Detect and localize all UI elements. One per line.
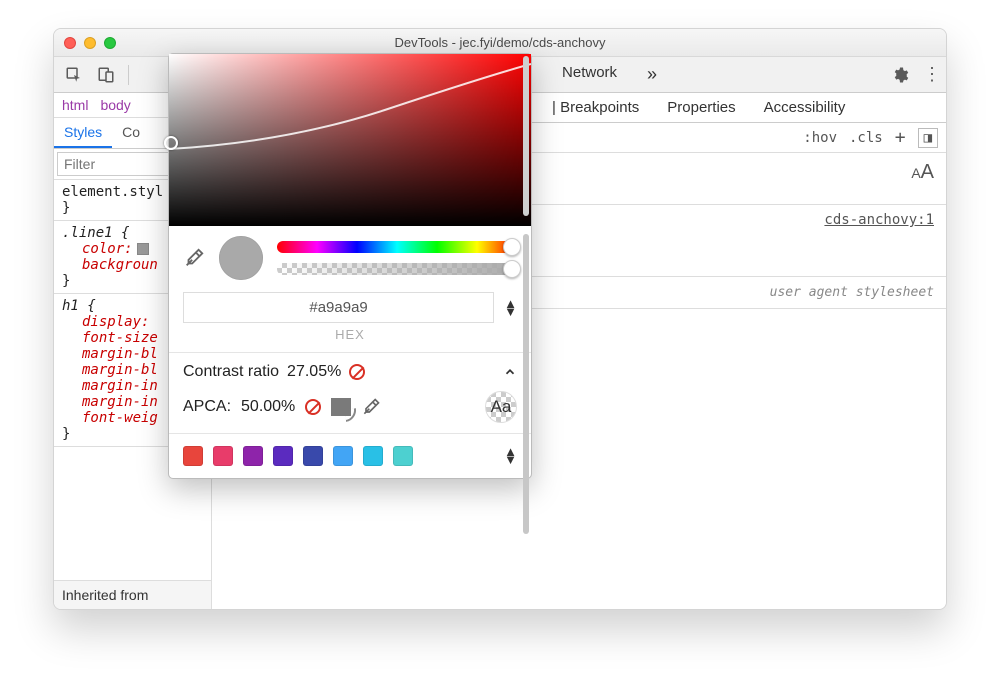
palette-swatch[interactable] — [333, 446, 353, 466]
color-palette-row: ▲▼ — [169, 433, 531, 478]
apca-eyedropper-icon[interactable] — [361, 397, 381, 417]
hov-toggle[interactable]: :hov — [803, 130, 837, 146]
saturation-value-field[interactable] — [169, 54, 531, 226]
font-sample-small: A — [911, 165, 920, 181]
separator — [128, 65, 129, 85]
apca-value: 50.00% — [241, 398, 295, 416]
font-sample-large: A — [921, 161, 934, 183]
color-format-label: HEX — [183, 327, 517, 342]
palette-swatch[interactable] — [273, 446, 293, 466]
palette-swatch[interactable] — [363, 446, 383, 466]
aa-preview-badge[interactable]: Aa — [485, 391, 517, 423]
tab-breakpoints[interactable]: | Breakpoints — [552, 99, 639, 116]
kebab-menu-icon[interactable]: ⋮ — [923, 64, 940, 85]
eyedropper-icon[interactable] — [183, 247, 205, 269]
cls-toggle[interactable]: .cls — [849, 130, 883, 146]
tab-properties[interactable]: Properties — [667, 99, 735, 116]
crumb-body[interactable]: body — [100, 97, 130, 113]
apca-row: APCA: 50.00% Aa — [183, 391, 517, 423]
hue-thumb[interactable] — [503, 238, 521, 256]
popup-scrollbar[interactable] — [523, 56, 529, 216]
more-tabs-icon[interactable]: » — [647, 64, 657, 85]
color-picker-popup: ▲▼ HEX Contrast ratio 27.05% APCA: 50.00… — [168, 53, 532, 479]
device-toolbar-icon[interactable] — [92, 62, 120, 88]
palette-swatch[interactable] — [243, 446, 263, 466]
palette-swatch[interactable] — [183, 446, 203, 466]
contrast-fail-icon — [349, 364, 365, 380]
popup-scroll-thumb[interactable] — [523, 234, 529, 534]
palette-swatch[interactable] — [213, 446, 233, 466]
palette-swatch[interactable] — [393, 446, 413, 466]
alpha-slider[interactable] — [277, 263, 517, 275]
contrast-label: Contrast ratio — [183, 363, 279, 381]
settings-gear-icon[interactable] — [891, 66, 909, 84]
tab-accessibility[interactable]: Accessibility — [764, 99, 846, 116]
apca-label: APCA: — [183, 398, 231, 416]
subtab-computed[interactable]: Co — [112, 118, 150, 148]
devtools-window: DevTools - jec.fyi/demo/cds-anchovy Sour… — [53, 28, 947, 610]
format-spinner[interactable]: ▲▼ — [504, 300, 517, 316]
window-title: DevTools - jec.fyi/demo/cds-anchovy — [54, 35, 946, 50]
hex-input[interactable] — [183, 292, 494, 323]
divider — [169, 352, 531, 353]
contrast-curve — [169, 54, 531, 226]
palette-swatch[interactable] — [303, 446, 323, 466]
tab-network[interactable]: Network — [562, 64, 617, 85]
hue-slider[interactable] — [277, 241, 517, 253]
palette-spinner[interactable]: ▲▼ — [504, 448, 517, 464]
popup-scroll-track[interactable] — [523, 234, 529, 470]
inspect-element-icon[interactable] — [60, 62, 88, 88]
contrast-ratio-row[interactable]: Contrast ratio 27.05% — [183, 363, 517, 381]
reload-flag-icon[interactable] — [331, 398, 351, 416]
sv-handle[interactable] — [164, 136, 178, 150]
expand-contrast-icon[interactable] — [503, 365, 517, 379]
crumb-html[interactable]: html — [62, 97, 88, 113]
new-style-rule-icon[interactable]: + — [895, 127, 906, 148]
alpha-thumb[interactable] — [503, 260, 521, 278]
current-color-circle[interactable] — [219, 236, 263, 280]
inherited-section-header: Inherited from — [54, 580, 211, 609]
color-swatch[interactable] — [137, 243, 149, 255]
apca-fail-icon — [305, 399, 321, 415]
subtab-styles[interactable]: Styles — [54, 118, 112, 148]
stylesheet-source-link[interactable]: cds-anchovy:1 — [824, 212, 934, 228]
toggle-sidebar-icon[interactable]: ◨ — [918, 128, 938, 148]
contrast-value: 27.05% — [287, 363, 341, 381]
